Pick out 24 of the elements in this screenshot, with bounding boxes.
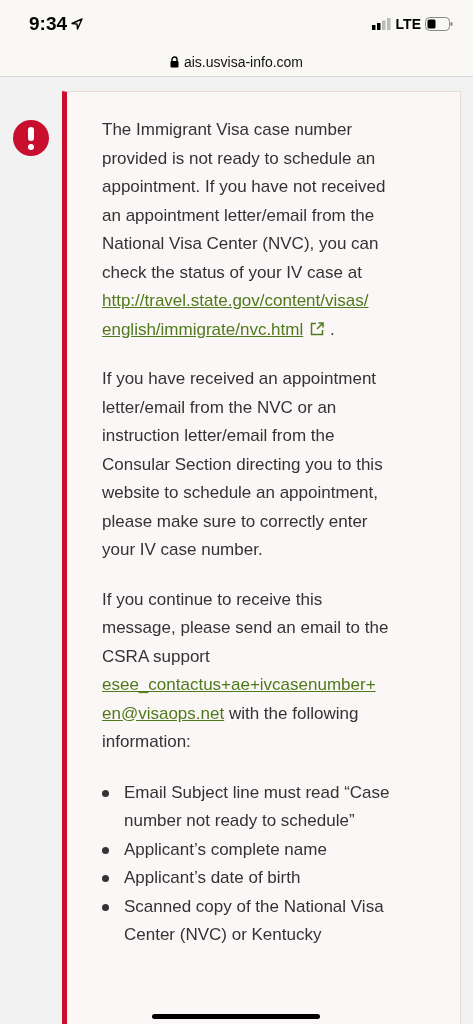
list-item-text: Scanned copy of the National Visa Center (NVC) or Kentucky — [124, 895, 385, 946]
bullet-icon — [102, 789, 109, 797]
list-item-text: Applicant’s date of birth — [124, 867, 302, 889]
battery-icon — [425, 17, 453, 31]
location-arrow-icon — [71, 18, 84, 30]
bullet-icon — [102, 903, 109, 911]
link[interactable]: en@visaops.net — [102, 703, 225, 723]
alert-paragraph: The Immigrant Visa case number provided is not ready to schedule an appointment. If you have not received an appointment letter/email from the National Visa Center (NVC), you can check the status of your IV case at http://travel.state.gov/content/visas/ english/immigrate/nvc.html . — [102, 119, 387, 341]
alert-paragraph: If you continue to receive this message, please send an email to the CSRA support esee_contactus+ae+ivcasenumber+ en@visaops.net with the following information: — [102, 588, 390, 753]
clock-time: 9:34 — [29, 11, 68, 36]
bullet-icon — [102, 875, 109, 882]
list-item-text: Email Subject line must read “Case number not ready to schedule” — [124, 781, 391, 832]
exclamation-icon — [13, 120, 49, 156]
network-label: LTE — [395, 14, 421, 34]
list-item-text: Applicant’s complete name — [124, 838, 328, 861]
address-bar[interactable]: ais.usvisa-info.com — [0, 48, 473, 77]
bullet-icon — [102, 846, 109, 854]
link[interactable]: http://travel.state.gov/content/visas/ — [102, 291, 369, 310]
url-text: ais.usvisa-info.com — [183, 52, 303, 72]
signal-icon — [371, 18, 392, 30]
alert-paragraph: If you have received an appointment letter/email from the NVC or an instruction letter/email from the Consular Section directing you to this website to schedule an appointment, please make sure to correctly enter your IV case number. — [102, 368, 384, 561]
link[interactable]: esee_contactus+ae+ivcasenumber+ — [102, 675, 376, 694]
lock-icon — [169, 56, 179, 68]
link[interactable]: english/immigrate/nvc.html — [102, 319, 304, 339]
